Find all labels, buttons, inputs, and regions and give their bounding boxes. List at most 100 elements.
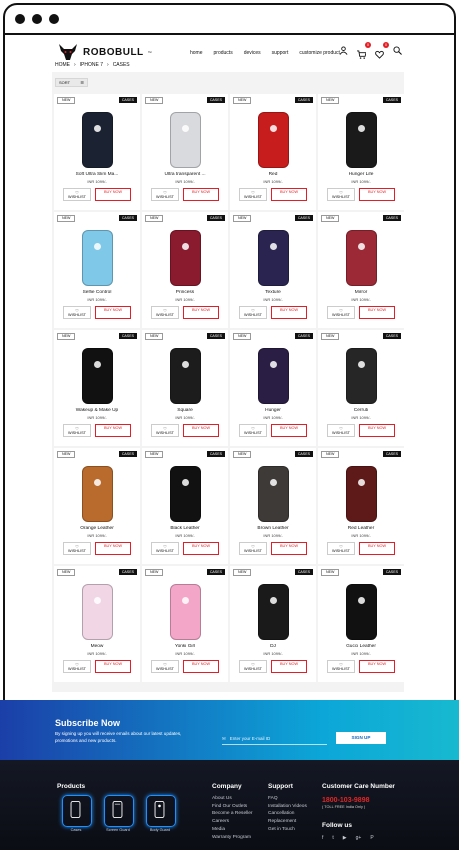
product-image[interactable]: [257, 466, 289, 522]
product-card[interactable]: NEW CASES Black Leather INR 1099/- ♡ WISHLIS…: [142, 448, 228, 564]
breadcrumb-iphone7[interactable]: IPHONE 7: [80, 62, 103, 68]
product-card[interactable]: NEW CASES Hunger Life INR 1099/- ♡ WISHLIST B…: [318, 94, 404, 210]
body-guard-category-icon[interactable]: [146, 795, 176, 827]
buy-now-button[interactable]: BUY NOW: [183, 542, 219, 555]
product-card[interactable]: NEW CASES Ultra transparent ... INR 1099/- ♡…: [142, 94, 228, 210]
wishlist-button[interactable]: ♡ WISHLIST: [63, 660, 91, 673]
product-name[interactable]: Yonki Girl: [142, 644, 228, 649]
wishlist-button[interactable]: ♡ WISHLIST: [239, 660, 267, 673]
wishlist-button[interactable]: ♡ WISHLIST: [63, 542, 91, 555]
nav-home[interactable]: home: [190, 50, 203, 56]
product-card[interactable]: NEW CASES DJ INR 1099/- ♡ WISHLIST BUY NOW: [230, 566, 316, 682]
link-get-in-touch[interactable]: Get in Touch: [268, 826, 307, 834]
wishlist-button[interactable]: ♡ WISHLIST: [327, 660, 355, 673]
twitter-icon[interactable]: t: [332, 835, 333, 841]
buy-now-button[interactable]: BUY NOW: [183, 660, 219, 673]
screen-guard-category-icon[interactable]: [104, 795, 134, 827]
product-image[interactable]: [257, 348, 289, 404]
product-card[interactable]: NEW CASES Red INR 1099/- ♡ WISHLIST BUY NOW: [230, 94, 316, 210]
product-image[interactable]: [81, 112, 113, 168]
buy-now-button[interactable]: BUY NOW: [359, 542, 395, 555]
product-name[interactable]: Soft Ultra Slim Ma...: [54, 172, 140, 177]
product-image[interactable]: [169, 230, 201, 286]
buy-now-button[interactable]: BUY NOW: [95, 542, 131, 555]
product-name[interactable]: DJ: [230, 644, 316, 649]
product-card[interactable]: NEW CASES Cerruti INR 1099/- ♡ WISHLIST BUY N…: [318, 330, 404, 446]
buy-now-button[interactable]: BUY NOW: [95, 660, 131, 673]
product-image[interactable]: [257, 112, 289, 168]
care-number[interactable]: 1800-103-9898: [322, 797, 370, 804]
wishlist-button[interactable]: ♡ WISHLIST: [327, 542, 355, 555]
screen-guard-category-label[interactable]: Screen Guard: [100, 828, 136, 832]
product-image[interactable]: [169, 584, 201, 640]
wishlist-button[interactable]: ♡ WISHLIST: [63, 188, 91, 201]
link-careers[interactable]: Careers: [212, 818, 253, 826]
product-image[interactable]: [169, 112, 201, 168]
cart-button[interactable]: 0: [357, 42, 371, 59]
product-image[interactable]: [345, 112, 377, 168]
facebook-icon[interactable]: f: [322, 835, 323, 841]
wishlist-button[interactable]: ♡ WISHLIST: [239, 306, 267, 319]
product-card[interactable]: NEW CASES Brown Leather INR 1099/- ♡ WISHLIS…: [230, 448, 316, 564]
pinterest-icon[interactable]: P: [370, 835, 373, 841]
product-name[interactable]: Brown Leather: [230, 526, 316, 531]
wishlist-button[interactable]: 0: [375, 42, 389, 59]
wishlist-button[interactable]: ♡ WISHLIST: [151, 188, 179, 201]
user-icon[interactable]: [339, 46, 348, 55]
product-name[interactable]: Red Leather: [318, 526, 404, 531]
product-image[interactable]: [345, 230, 377, 286]
buy-now-button[interactable]: BUY NOW: [359, 306, 395, 319]
link-installation-videos[interactable]: Installation Videos: [268, 803, 307, 811]
nav-products[interactable]: products: [214, 50, 233, 56]
wishlist-button[interactable]: ♡ WISHLIST: [151, 542, 179, 555]
buy-now-button[interactable]: BUY NOW: [271, 306, 307, 319]
buy-now-button[interactable]: BUY NOW: [95, 306, 131, 319]
wishlist-button[interactable]: ♡ WISHLIST: [151, 424, 179, 437]
product-name[interactable]: Cerruti: [318, 408, 404, 413]
buy-now-button[interactable]: BUY NOW: [183, 188, 219, 201]
signup-button[interactable]: SIGN UP: [336, 732, 386, 744]
wishlist-button[interactable]: ♡ WISHLIST: [151, 306, 179, 319]
link-faq[interactable]: FAQ: [268, 795, 307, 803]
link-cancellation[interactable]: Cancellation: [268, 810, 307, 818]
product-card[interactable]: NEW CASES Orange Leather INR 1099/- ♡ WISHLI…: [54, 448, 140, 564]
logo[interactable]: ROBOBULL ™: [57, 42, 152, 62]
buy-now-button[interactable]: BUY NOW: [359, 188, 395, 201]
product-card[interactable]: NEW CASES Texture INR 1099/- ♡ WISHLIST BUY N…: [230, 212, 316, 328]
product-card[interactable]: NEW CASES Wakeup & Make Up INR 1099/- ♡ WISH…: [54, 330, 140, 446]
product-name[interactable]: Wakeup & Make Up: [54, 408, 140, 413]
product-name[interactable]: Orange Leather: [54, 526, 140, 531]
link-find-outlets[interactable]: Find Our Outlets: [212, 803, 253, 811]
link-media[interactable]: Media: [212, 826, 253, 834]
buy-now-button[interactable]: BUY NOW: [183, 424, 219, 437]
product-image[interactable]: [345, 466, 377, 522]
product-name[interactable]: Red: [230, 172, 316, 177]
product-name[interactable]: Black Leather: [142, 526, 228, 531]
product-name[interactable]: Selfie Control: [54, 290, 140, 295]
product-card[interactable]: NEW CASES Meow INR 1099/- ♡ WISHLIST BUY NOW: [54, 566, 140, 682]
product-image[interactable]: [169, 466, 201, 522]
nav-support[interactable]: support: [272, 50, 289, 56]
product-name[interactable]: Meow: [54, 644, 140, 649]
product-card[interactable]: NEW CASES Selfie Control INR 1099/- ♡ WISHLI…: [54, 212, 140, 328]
wishlist-button[interactable]: ♡ WISHLIST: [239, 188, 267, 201]
product-name[interactable]: Square: [142, 408, 228, 413]
wishlist-button[interactable]: ♡ WISHLIST: [239, 424, 267, 437]
product-image[interactable]: [345, 584, 377, 640]
wishlist-button[interactable]: ♡ WISHLIST: [239, 542, 267, 555]
buy-now-button[interactable]: BUY NOW: [95, 188, 131, 201]
link-become-reseller[interactable]: Become a Reseller: [212, 810, 253, 818]
buy-now-button[interactable]: BUY NOW: [183, 306, 219, 319]
link-warranty[interactable]: Warranty Program: [212, 834, 253, 842]
youtube-icon[interactable]: ▶: [343, 835, 347, 841]
product-name[interactable]: Mirror: [318, 290, 404, 295]
buy-now-button[interactable]: BUY NOW: [271, 188, 307, 201]
buy-now-button[interactable]: BUY NOW: [359, 660, 395, 673]
wishlist-button[interactable]: ♡ WISHLIST: [63, 306, 91, 319]
email-field[interactable]: ✉ Enter your E-mail ID: [222, 733, 327, 745]
sort-button[interactable]: SORT ☰: [55, 78, 88, 87]
product-card[interactable]: NEW CASES Mirror INR 1099/- ♡ WISHLIST BUY NO…: [318, 212, 404, 328]
product-card[interactable]: NEW CASES Yonki Girl INR 1099/- ♡ WISHLIST BU…: [142, 566, 228, 682]
link-about-us[interactable]: About Us: [212, 795, 253, 803]
buy-now-button[interactable]: BUY NOW: [271, 660, 307, 673]
